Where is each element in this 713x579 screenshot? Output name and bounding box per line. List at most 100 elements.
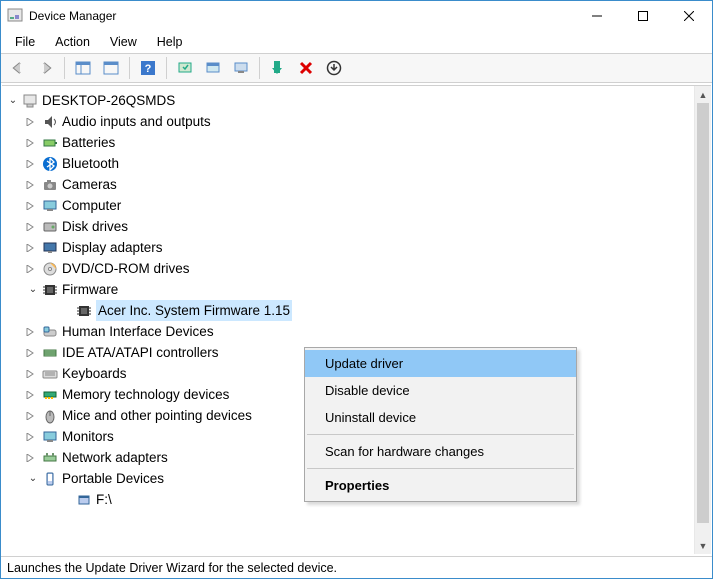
display-icon <box>41 239 59 257</box>
audio-icon <box>41 113 59 131</box>
hid-icon <box>41 323 59 341</box>
title-bar: Device Manager <box>1 1 712 31</box>
tree-item-label: Computer <box>62 195 121 216</box>
show-hide-tree-button[interactable] <box>70 56 96 80</box>
tree-item-label: Batteries <box>62 132 115 153</box>
context-menu-item[interactable]: Uninstall device <box>305 404 576 431</box>
tree-category[interactable]: Computer <box>4 195 692 216</box>
memory-icon <box>41 386 59 404</box>
properties-button[interactable] <box>98 56 124 80</box>
back-button[interactable] <box>5 56 31 80</box>
tree-category[interactable]: ⌄ Firmware <box>4 279 692 300</box>
expand-icon[interactable] <box>26 244 40 252</box>
tree-item-label: Network adapters <box>62 447 168 468</box>
camera-icon <box>41 176 59 194</box>
computer-root-icon <box>21 92 39 110</box>
tree-category[interactable]: Audio inputs and outputs <box>4 111 692 132</box>
tree-item-label: Mice and other pointing devices <box>62 405 252 426</box>
expand-icon[interactable] <box>26 118 40 126</box>
monitor-icon <box>41 428 59 446</box>
minimize-button[interactable] <box>574 1 620 31</box>
tree-item-label: DESKTOP-26QSMDS <box>42 90 175 111</box>
expand-icon[interactable] <box>26 160 40 168</box>
network-icon <box>41 449 59 467</box>
expand-icon[interactable] <box>26 433 40 441</box>
context-menu-item[interactable]: Update driver <box>305 350 576 377</box>
ide-icon <box>41 344 59 362</box>
maximize-button[interactable] <box>620 1 666 31</box>
tree-category[interactable]: Batteries <box>4 132 692 153</box>
menu-action[interactable]: Action <box>45 33 100 51</box>
context-menu-separator <box>307 468 574 469</box>
collapse-icon[interactable]: ⌄ <box>26 279 40 300</box>
expand-icon[interactable] <box>26 370 40 378</box>
update-driver-button[interactable] <box>321 56 347 80</box>
tree-category[interactable]: Human Interface Devices <box>4 321 692 342</box>
tree-item-label: Audio inputs and outputs <box>62 111 211 132</box>
tree-item-label: IDE ATA/ATAPI controllers <box>62 342 219 363</box>
show-hidden-button[interactable] <box>200 56 226 80</box>
disk-icon <box>41 218 59 236</box>
tree-device[interactable]: Acer Inc. System Firmware 1.15 <box>4 300 692 321</box>
expand-icon[interactable] <box>26 202 40 210</box>
portable-icon <box>41 470 59 488</box>
expand-icon[interactable] <box>26 349 40 357</box>
expand-icon[interactable] <box>26 328 40 336</box>
tree-item-label: Portable Devices <box>62 468 164 489</box>
drive-letter-icon <box>75 491 93 509</box>
uninstall-button[interactable] <box>293 56 319 80</box>
tree-item-label: Cameras <box>62 174 117 195</box>
tree-item-label: Firmware <box>62 279 118 300</box>
firmware-icon <box>75 302 93 320</box>
menu-view[interactable]: View <box>100 33 147 51</box>
tree-item-label: F:\ <box>96 489 112 510</box>
scroll-down-button[interactable]: ▼ <box>695 537 711 554</box>
tree-category[interactable]: DVD/CD-ROM drives <box>4 258 692 279</box>
context-menu-item[interactable]: Disable device <box>305 377 576 404</box>
tree-item-label: Human Interface Devices <box>62 321 214 342</box>
collapse-icon[interactable]: ⌄ <box>26 468 40 489</box>
forward-button[interactable] <box>33 56 59 80</box>
window-title: Device Manager <box>29 9 574 23</box>
tree-item-label: Keyboards <box>62 363 127 384</box>
devices-view-button[interactable] <box>228 56 254 80</box>
tree-category[interactable]: Cameras <box>4 174 692 195</box>
app-icon <box>7 8 23 24</box>
tree-category[interactable]: Disk drives <box>4 216 692 237</box>
menu-file[interactable]: File <box>5 33 45 51</box>
battery-icon <box>41 134 59 152</box>
tree-root[interactable]: ⌄ DESKTOP-26QSMDS <box>4 90 692 111</box>
collapse-icon[interactable]: ⌄ <box>6 90 20 111</box>
expand-icon[interactable] <box>26 265 40 273</box>
expand-icon[interactable] <box>26 391 40 399</box>
expand-icon[interactable] <box>26 412 40 420</box>
context-menu-separator <box>307 434 574 435</box>
bluetooth-icon <box>41 155 59 173</box>
expand-icon[interactable] <box>26 454 40 462</box>
status-text: Launches the Update Driver Wizard for th… <box>7 561 337 575</box>
expand-icon[interactable] <box>26 139 40 147</box>
menu-bar: File Action View Help <box>1 31 712 53</box>
tree-item-label: Display adapters <box>62 237 163 258</box>
expand-icon[interactable] <box>26 181 40 189</box>
help-button[interactable]: ? <box>135 56 161 80</box>
tree-item-label: Bluetooth <box>62 153 119 174</box>
vertical-scrollbar[interactable]: ▲ ▼ <box>694 86 711 554</box>
scan-hardware-button[interactable] <box>172 56 198 80</box>
scroll-thumb[interactable] <box>697 103 709 523</box>
close-button[interactable] <box>666 1 712 31</box>
expand-icon[interactable] <box>26 223 40 231</box>
context-menu-item[interactable]: Properties <box>305 472 576 499</box>
keyboard-icon <box>41 365 59 383</box>
enable-device-button[interactable] <box>265 56 291 80</box>
computer-icon <box>41 197 59 215</box>
dvd-icon <box>41 260 59 278</box>
svg-text:?: ? <box>145 63 152 75</box>
menu-help[interactable]: Help <box>147 33 193 51</box>
tree-item-label: Acer Inc. System Firmware 1.15 <box>96 300 292 321</box>
scroll-up-button[interactable]: ▲ <box>695 86 711 103</box>
context-menu-item[interactable]: Scan for hardware changes <box>305 438 576 465</box>
context-menu: Update driverDisable deviceUninstall dev… <box>304 347 577 502</box>
tree-category[interactable]: Display adapters <box>4 237 692 258</box>
tree-category[interactable]: Bluetooth <box>4 153 692 174</box>
